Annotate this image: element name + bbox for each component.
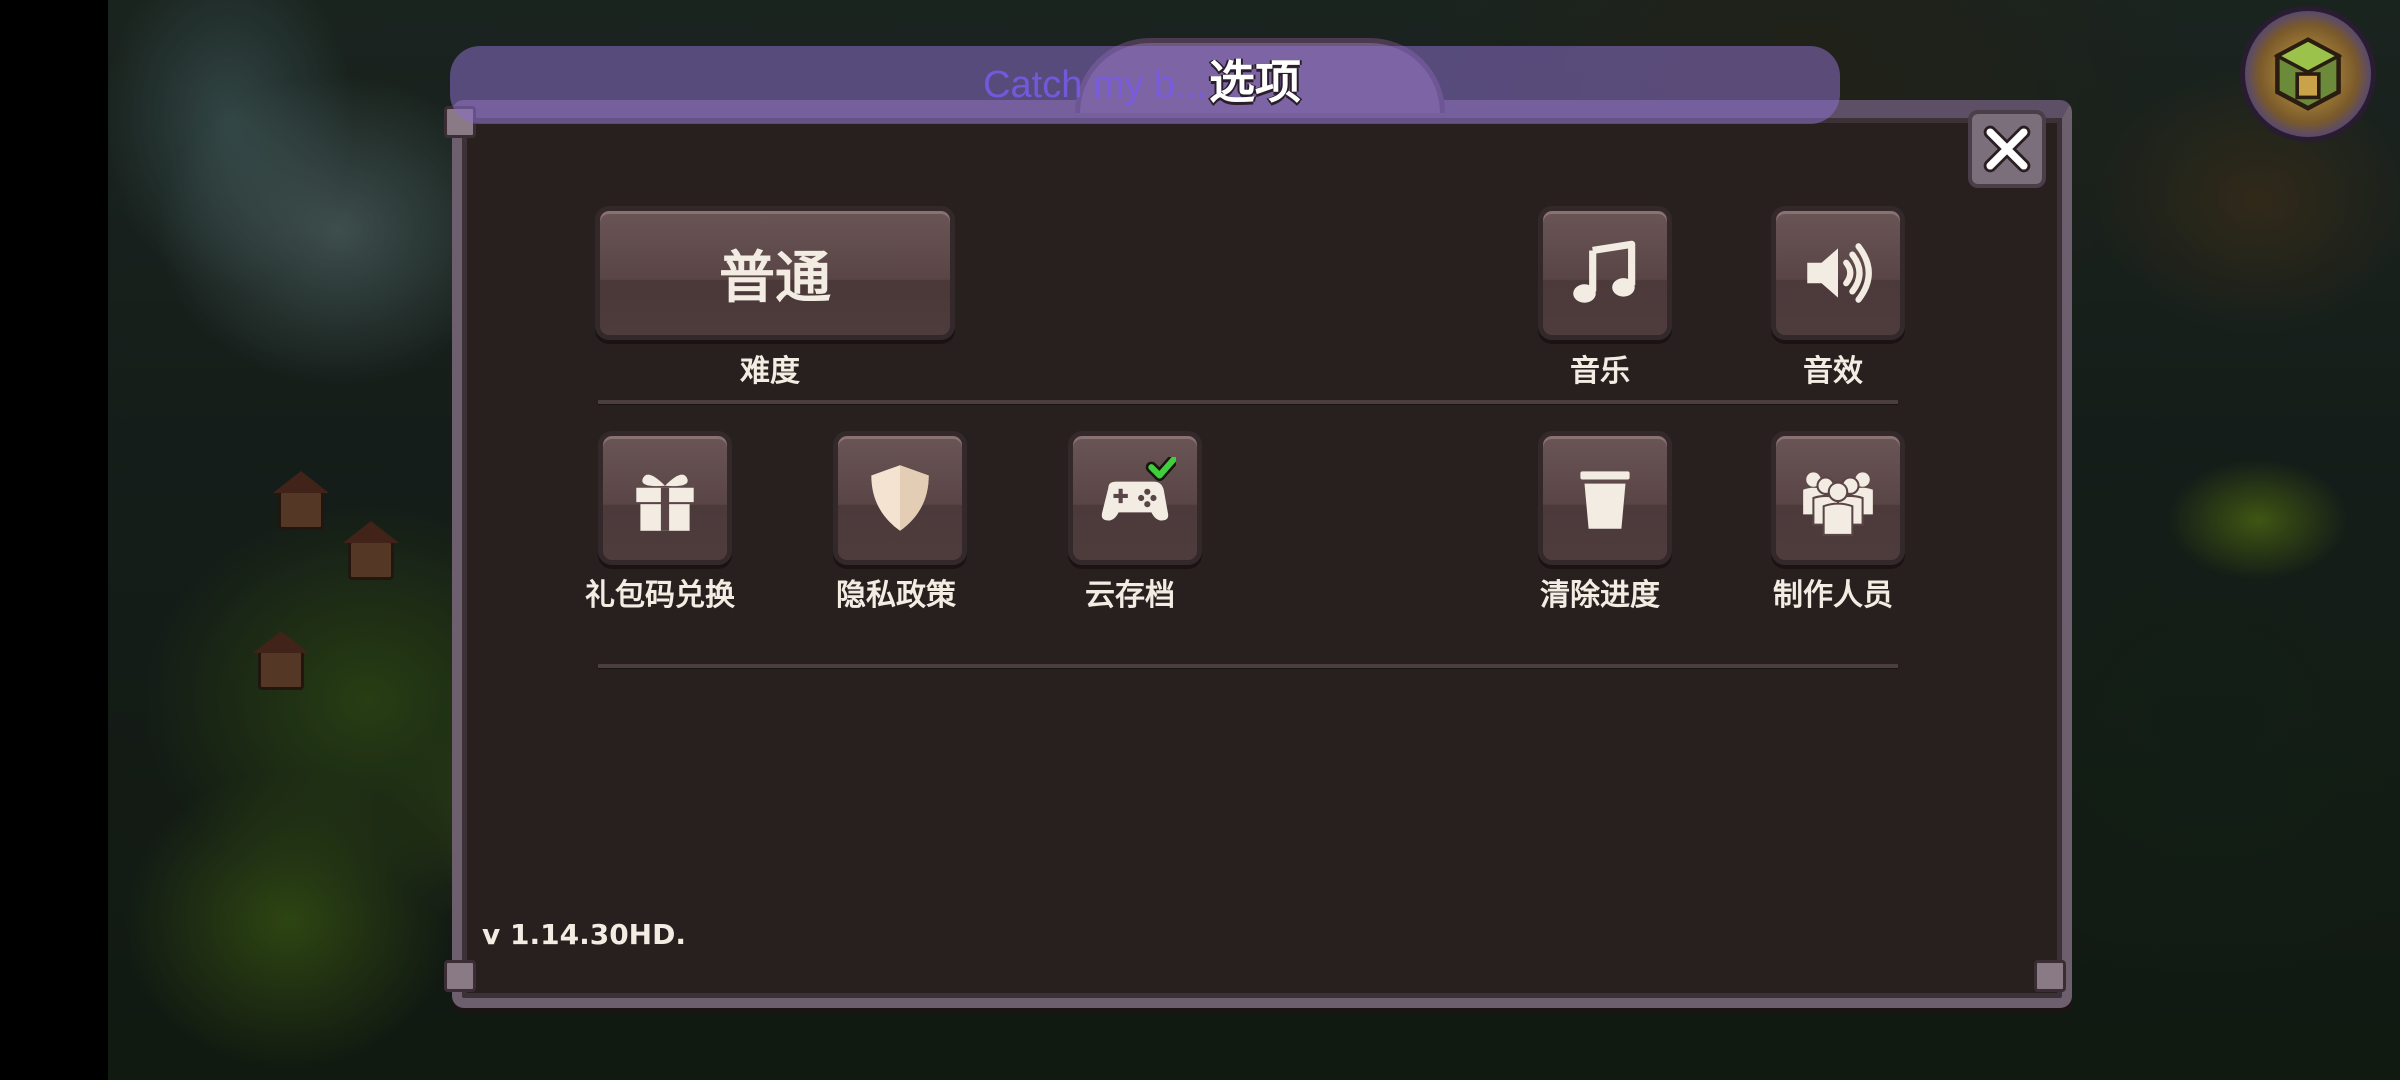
difficulty-label: 难度 — [740, 354, 800, 389]
game-screen: 选项 Catch my b... 普通 难度 音乐 音效 礼包码兑换 隐私政策 … — [0, 0, 2400, 1080]
close-icon — [1983, 125, 2031, 173]
dialog-corner — [444, 960, 476, 992]
people-group-icon — [1803, 472, 1873, 536]
close-button[interactable] — [1968, 110, 2046, 188]
gamepad-check-icon — [1101, 457, 1176, 521]
section-divider — [598, 664, 1898, 669]
dialog-corner — [2034, 960, 2066, 992]
music-note-icon — [1573, 240, 1636, 303]
credits-label: 制作人员 — [1773, 578, 1893, 613]
version-text: v 1.14.30HD. — [482, 918, 686, 951]
privacy-policy-label: 隐私政策 — [836, 578, 956, 613]
credits-button[interactable] — [1771, 431, 1905, 565]
sound-effects-button[interactable] — [1771, 206, 1905, 340]
gift-icon — [636, 474, 694, 531]
privacy-policy-button[interactable] — [833, 431, 967, 565]
clear-progress-label: 清除进度 — [1540, 578, 1660, 613]
difficulty-value: 普通 — [719, 245, 831, 311]
game-logo-icon[interactable] — [2240, 6, 2376, 142]
clear-progress-button[interactable] — [1538, 431, 1672, 565]
music-button[interactable] — [1538, 206, 1672, 340]
shield-icon — [871, 465, 929, 531]
cloud-save-button[interactable] — [1068, 431, 1202, 565]
speaker-icon — [1807, 243, 1872, 303]
section-divider — [598, 400, 1898, 405]
difficulty-button[interactable]: 普通 — [595, 206, 955, 340]
sound-effects-label: 音效 — [1803, 354, 1863, 389]
gift-code-label: 礼包码兑换 — [585, 578, 735, 613]
cube-icon — [2273, 37, 2343, 111]
gift-code-button[interactable] — [598, 431, 732, 565]
cloud-save-label: 云存档 — [1085, 578, 1175, 613]
music-label: 音乐 — [1570, 354, 1630, 389]
trash-icon — [1580, 471, 1630, 529]
dialog-title: 选项 — [1209, 55, 1301, 109]
